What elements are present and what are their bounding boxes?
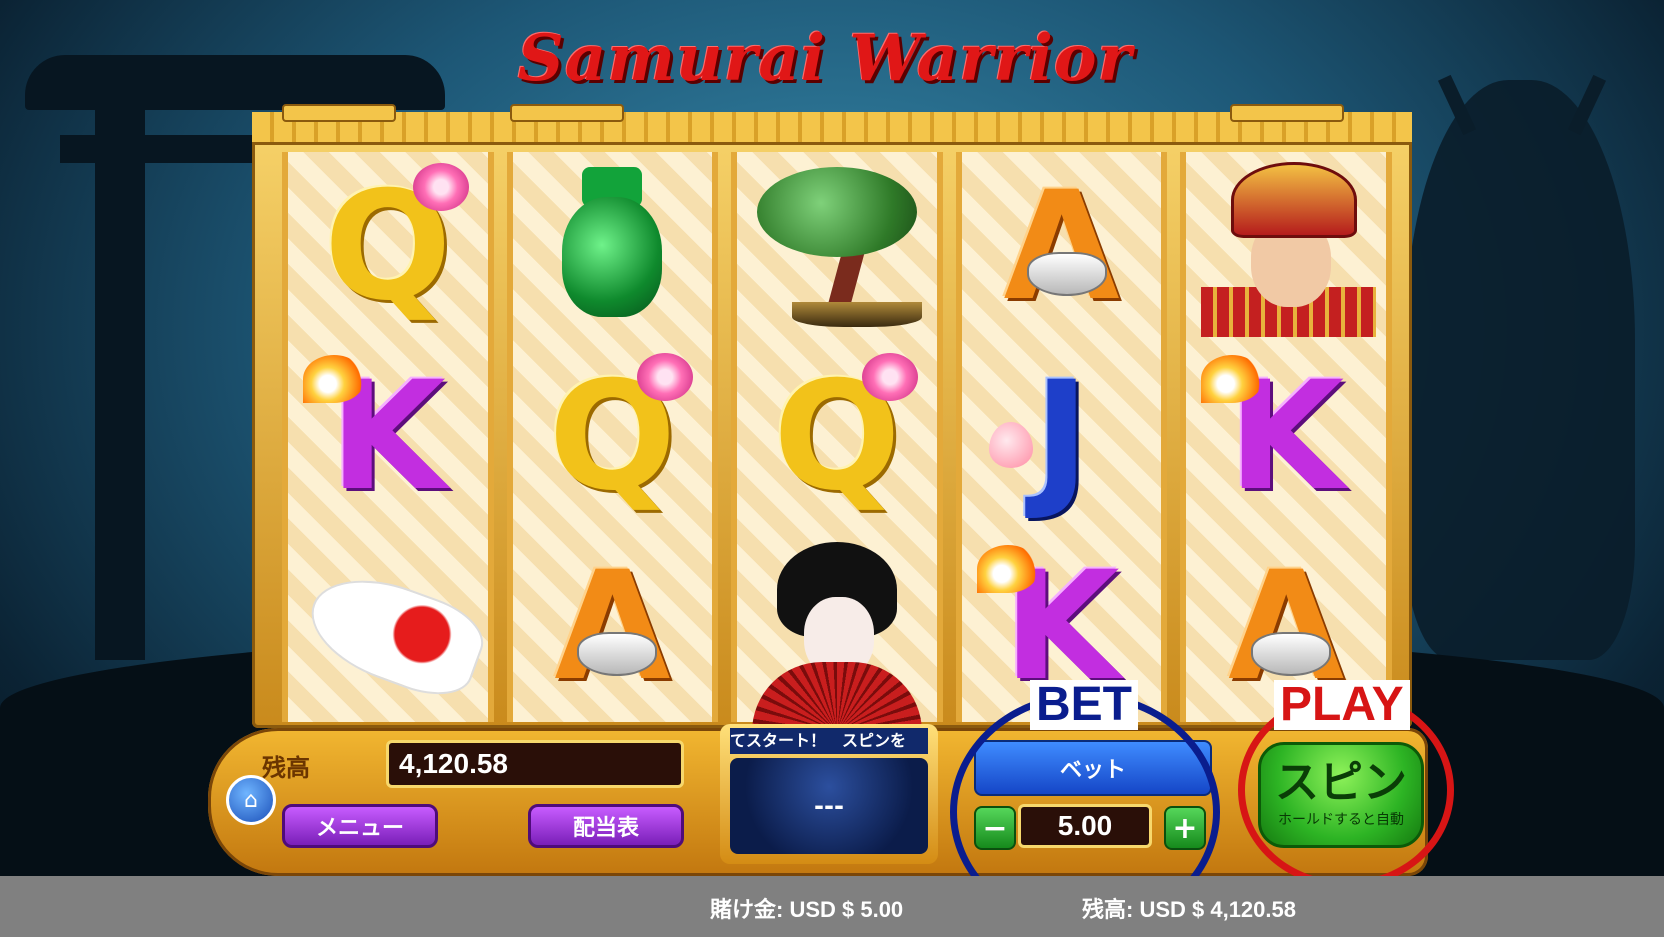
symbol-j: J — [967, 347, 1157, 527]
peach-icon — [988, 422, 1033, 468]
flame-icon — [1201, 355, 1264, 403]
flower-icon — [861, 353, 918, 401]
game-title-logo: Samurai Warrior — [517, 20, 1133, 96]
symbol-k: K — [1191, 347, 1381, 527]
win-display: --- — [730, 758, 928, 854]
koi — [296, 560, 493, 708]
symbol-vase — [517, 157, 707, 337]
reel-5: KA — [1180, 152, 1392, 722]
home-icon: ⌂ — [244, 787, 258, 813]
message-ticker: てスタート！ スピンを — [730, 728, 928, 754]
play-annotation-label: PLAY — [1274, 680, 1410, 730]
ingot-icon — [577, 632, 658, 676]
reel-2: QA — [506, 152, 719, 722]
flame-icon — [302, 355, 365, 403]
tree-pot — [791, 302, 922, 327]
reel-4: AJK — [955, 152, 1168, 722]
flame-icon — [976, 545, 1039, 593]
reel-grid: QKQAQAJKKA — [282, 152, 1392, 732]
reel-1: QK — [282, 152, 494, 722]
frame-cap — [510, 104, 624, 122]
symbol-k: K — [293, 347, 483, 527]
wager-status-text: 賭け金: USD $ 5.00 — [710, 897, 904, 922]
reel-3: Q — [731, 152, 943, 732]
samurai-helm — [1231, 162, 1358, 238]
vase-body — [562, 197, 663, 317]
tree-crown — [756, 167, 917, 257]
symbol-bonsai — [742, 157, 932, 337]
flower-icon — [412, 163, 469, 211]
symbol-a: A — [967, 157, 1157, 337]
ingot-icon — [1026, 252, 1107, 296]
samurai-rider-silhouette — [1405, 80, 1635, 660]
menu-button[interactable]: メニュー — [282, 804, 438, 848]
balance-status-text: 残高: USD $ 4,120.58 — [1082, 897, 1296, 922]
symbol-glyph: A — [1003, 160, 1120, 334]
ingot-icon — [1251, 632, 1332, 676]
symbol-glyph: A — [554, 540, 671, 714]
balance-label: 残高 — [262, 754, 310, 782]
symbol-geisha — [742, 537, 932, 732]
torii-silhouette-post-left — [95, 100, 145, 660]
balance-display: 4,120.58 — [386, 740, 684, 788]
symbol-a: A — [517, 537, 707, 717]
symbol-q: Q — [742, 347, 932, 527]
paytable-button[interactable]: 配当表 — [528, 804, 684, 848]
frame-cap — [282, 104, 396, 122]
symbol-q: Q — [293, 157, 483, 337]
geisha-fan — [751, 662, 922, 732]
symbol-glyph: J — [1033, 350, 1090, 524]
bet-annotation-label: BET — [1030, 680, 1138, 730]
symbol-samurai — [1191, 157, 1381, 337]
flower-icon — [637, 353, 694, 401]
symbol-q: Q — [517, 347, 707, 527]
home-button[interactable]: ⌂ — [226, 775, 276, 825]
frame-cap — [1230, 104, 1344, 122]
symbol-koi — [293, 537, 493, 717]
